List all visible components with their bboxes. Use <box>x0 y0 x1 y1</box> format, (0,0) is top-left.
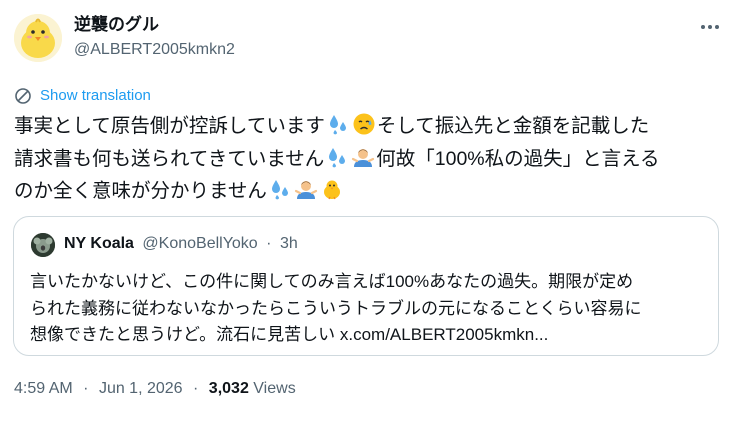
tweet-text-segment: 何故「100%私の過失」と言える <box>376 147 660 170</box>
quoted-tweet-text: 言いたかないけど、この件に関してのみ言えば100%あなたの過失。期限が定め られ… <box>30 269 720 349</box>
tweet-text-segment: そして振込先と金額を記載した <box>376 115 650 137</box>
views-count: 3,032 <box>208 380 249 397</box>
tweet-meta: 4:59 AM · Jun 1, 2026 · 3,032 Views <box>14 378 296 400</box>
tweet-line-2: 請求書も何も送られてきていません 何故「100%私の過失」と言える <box>14 143 726 176</box>
quoted-tweet-line-2: られた義務に従わないなかったらこういうトラブルの元になることくらい容易に <box>30 298 642 318</box>
sad-relieved-face-icon <box>353 113 375 135</box>
tweet-timestamp-date[interactable]: Jun 1, 2026 <box>99 380 183 397</box>
globe-translate-icon <box>14 87 32 105</box>
quoted-author-avatar[interactable] <box>31 233 55 257</box>
sweat-droplets-icon <box>329 147 346 167</box>
quoted-tweet-header: NY Koala @KonoBellYoko · 3h <box>64 233 298 255</box>
meta-separator: · <box>83 380 89 397</box>
author-handle[interactable]: @ALBERT2005kmkn2 <box>74 40 235 60</box>
quoted-author-name[interactable]: NY Koala <box>64 235 134 252</box>
views-label: Views <box>253 380 296 397</box>
sweat-droplets-icon <box>329 115 346 135</box>
show-translation-label: Show translation <box>40 87 151 104</box>
author-avatar[interactable] <box>14 14 62 62</box>
more-options-button[interactable] <box>694 14 726 40</box>
tweet-text-segment: のか全く意味が分かりません <box>14 180 267 202</box>
koala-avatar-icon <box>31 233 55 257</box>
quoted-tweet-card[interactable]: NY Koala @KonoBellYoko · 3h 言いたかないけど、この件… <box>13 216 719 356</box>
quoted-tweet-line-3: 想像できたと思うけど。流石に見苦しい x.com/ALBERT2005kmkn.… <box>30 325 549 344</box>
tweet-line-3: のか全く意味が分かりません <box>14 175 726 208</box>
quoted-author-handle[interactable]: @KonoBellYoko <box>142 235 257 252</box>
man-shrugging-icon <box>352 148 375 167</box>
quoted-tweet-separator: · <box>266 235 272 252</box>
man-shrugging-icon <box>294 181 318 199</box>
baby-chick-icon <box>323 180 340 200</box>
tweet: 逆襲のグル @ALBERT2005kmkn2 Show translation … <box>0 0 742 421</box>
quoted-tweet-line-1: 言いたかないけど、この件に関してのみ言えば100%あなたの過失。期限が定め <box>30 272 634 291</box>
tweet-text-segment: 事実として原告側が控訴しています <box>14 115 325 137</box>
meta-separator: · <box>193 380 199 397</box>
chick-avatar-icon <box>14 14 62 62</box>
sweat-droplets-icon <box>271 180 288 200</box>
tweet-timestamp-time[interactable]: 4:59 AM <box>14 380 73 397</box>
quoted-tweet-time[interactable]: 3h <box>280 235 298 252</box>
author-display-name[interactable]: 逆襲のグル <box>74 14 159 36</box>
show-translation-link[interactable]: Show translation <box>14 86 151 106</box>
tweet-line-1: 事実として原告側が控訴しています そして振込先と金額を記載した <box>14 110 726 143</box>
tweet-text: 事実として原告側が控訴しています そして振込先と金額を記載した 請求書も何も送ら… <box>14 110 726 208</box>
more-horizontal-icon <box>701 25 719 29</box>
tweet-text-segment: 請求書も何も送られてきていません <box>14 147 325 170</box>
